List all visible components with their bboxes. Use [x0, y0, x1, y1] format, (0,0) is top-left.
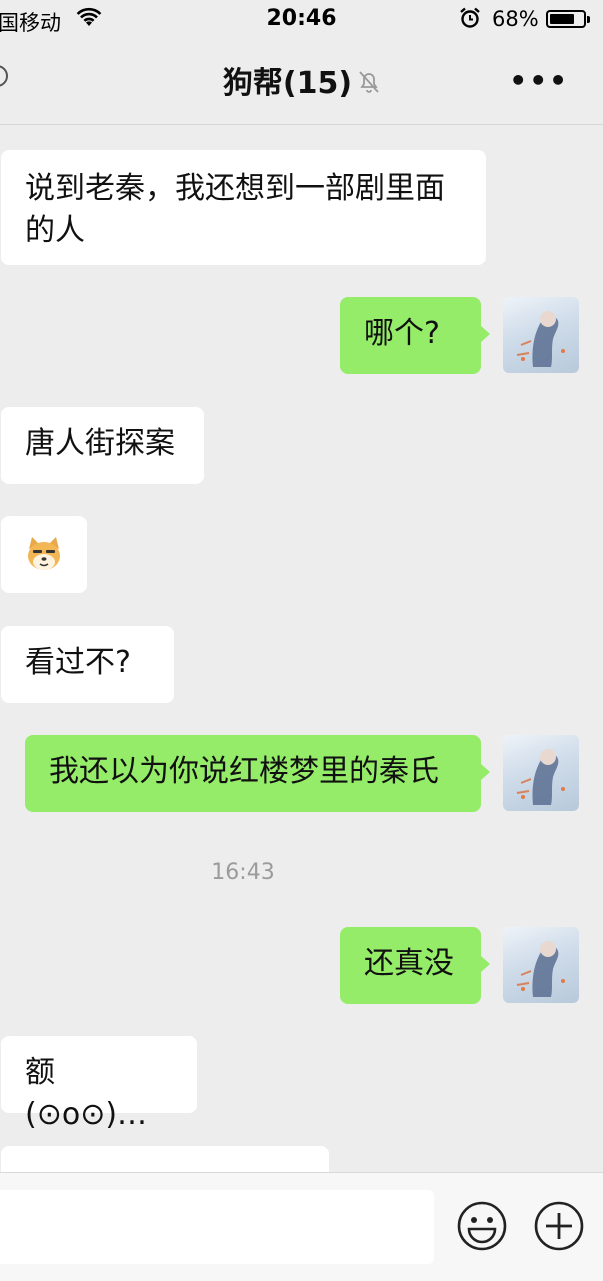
message-bubble[interactable]: 额(⊙o⊙)…: [1, 1036, 197, 1132]
chat-header: 狗帮(15) •••: [0, 40, 603, 125]
more-icon[interactable]: •••: [509, 64, 569, 97]
message-bubble[interactable]: 看过不?: [1, 626, 174, 703]
message-text: 看过不?: [25, 645, 131, 680]
message-input[interactable]: [0, 1190, 434, 1264]
message-text: 唐人街探案: [25, 426, 175, 461]
input-bar: [0, 1172, 603, 1281]
doge-emoji-icon: [25, 535, 63, 585]
avatar[interactable]: [503, 297, 579, 373]
message-bubble[interactable]: [1, 516, 87, 593]
battery-percent: 68%: [492, 7, 539, 31]
message-text-line: 的人: [25, 213, 85, 248]
message-bubble[interactable]: 还真没: [340, 927, 490, 1004]
status-bar: 国移动 20:46 68%: [0, 0, 603, 40]
message-text: 我还以为你说红楼梦里的秦氏: [49, 754, 439, 789]
message-bubble[interactable]: 我还以为你说红楼梦里的秦氏: [25, 735, 490, 812]
message-text: 额(⊙o⊙)…: [25, 1055, 148, 1132]
avatar[interactable]: [503, 927, 579, 1003]
message-bubble[interactable]: 唐人街探案: [1, 407, 204, 484]
group-name: 狗帮(15): [222, 66, 353, 101]
chat-timestamp: 16:43: [211, 860, 275, 885]
battery-icon: [546, 10, 590, 28]
message-text: 哪个?: [364, 316, 440, 351]
message-text-line: 说到老秦，我还想到一部剧里面: [25, 171, 445, 206]
message-text: 还真没: [364, 946, 454, 981]
alarm-icon: [459, 7, 481, 34]
plus-icon[interactable]: [532, 1199, 586, 1257]
emoji-icon[interactable]: [455, 1199, 509, 1257]
message-bubble[interactable]: 哪个?: [340, 297, 490, 374]
message-bubble[interactable]: 说到老秦，我还想到一部剧里面 的人: [1, 150, 486, 265]
mute-bell-icon: [358, 67, 380, 102]
avatar[interactable]: [503, 735, 579, 811]
